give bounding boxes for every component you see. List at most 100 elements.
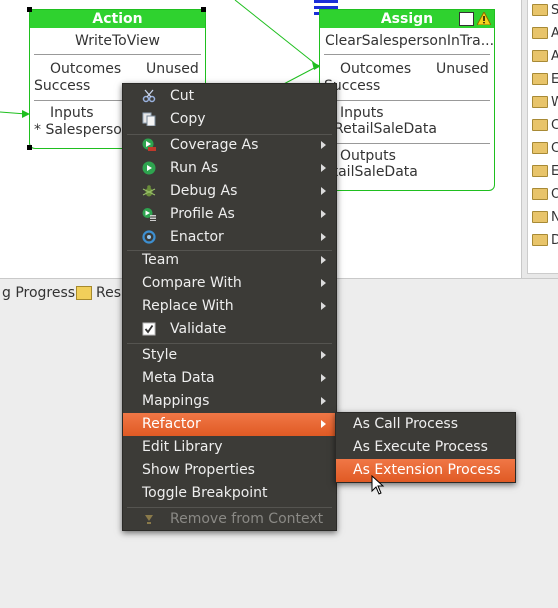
results-icon: [76, 286, 92, 300]
tree-item[interactable]: Co: [532, 115, 558, 135]
outcomes-label: Outcomes: [50, 61, 122, 77]
action-node-title: Action: [30, 10, 205, 28]
menu-item-label: As Execute Process: [353, 439, 488, 455]
action-node-name: WriteToView: [75, 33, 160, 49]
map-icon: [459, 12, 474, 26]
menu-item-label: Replace With: [142, 298, 234, 314]
submenu-item-as-call-process[interactable]: As Call Process: [336, 413, 515, 436]
menu-item-label: Remove from Context: [170, 511, 324, 527]
divider: [324, 54, 490, 55]
folder-icon: [532, 27, 548, 39]
selection-handle[interactable]: [201, 7, 206, 12]
submenu-arrow-icon: [321, 187, 326, 195]
menu-item-enactor[interactable]: Enactor: [123, 226, 336, 249]
menu-item-mappings[interactable]: Mappings: [123, 390, 336, 413]
folder-icon: [532, 234, 548, 246]
menu-item-coverage-as[interactable]: Coverage As: [123, 134, 336, 157]
menu-item-label: Cut: [170, 88, 195, 104]
outcome-success: Success: [34, 78, 91, 94]
remove-context-icon: [145, 515, 153, 524]
context-menu: Cut Copy Coverage As Run As Debug As Pro…: [122, 83, 337, 531]
submenu-item-as-execute-process[interactable]: As Execute Process: [336, 436, 515, 459]
tree-item[interactable]: Co: [532, 138, 558, 158]
menu-item-profile-as[interactable]: Profile As: [123, 203, 336, 226]
menu-item-style[interactable]: Style: [123, 344, 336, 367]
tree-item[interactable]: W: [532, 92, 558, 112]
menu-item-meta-data[interactable]: Meta Data: [123, 367, 336, 390]
menu-item-run-as[interactable]: Run As: [123, 157, 336, 180]
folder-icon: [532, 73, 548, 85]
menu-item-label: Mappings: [142, 393, 210, 409]
tree-item[interactable]: Ex: [532, 69, 558, 89]
submenu-arrow-icon: [321, 420, 326, 428]
divider: [34, 54, 201, 55]
folder-icon: [532, 4, 548, 16]
menu-item-refactor[interactable]: Refactor: [123, 413, 336, 436]
folder-icon: [532, 50, 548, 62]
folder-icon: [532, 96, 548, 108]
assign-node[interactable]: Assign ClearSalespersonInTra... Outcomes…: [319, 9, 495, 191]
menu-item-label: As Call Process: [353, 416, 459, 432]
tree-item-label: St: [551, 2, 558, 18]
outcomes-value: Unused: [436, 61, 489, 77]
folder-icon: [532, 165, 548, 177]
mouse-cursor-icon: [371, 475, 385, 495]
menu-item-remove-from-context: Remove from Context: [123, 508, 336, 531]
selection-handle[interactable]: [27, 7, 32, 12]
folder-icon: [532, 211, 548, 223]
menu-item-label: Coverage As: [170, 137, 259, 153]
output-item: etailSaleData: [324, 164, 418, 180]
menu-item-label: Enactor: [170, 229, 224, 245]
tab-progress-label: g Progress: [2, 285, 76, 301]
menu-item-copy[interactable]: Copy: [123, 108, 336, 131]
submenu-item-as-extension-process[interactable]: As Extension Process: [336, 459, 515, 482]
tree-item[interactable]: N: [532, 207, 558, 227]
profile-icon: [142, 208, 156, 221]
menu-item-compare-with[interactable]: Compare With: [123, 272, 336, 295]
menu-item-validate[interactable]: Validate: [123, 318, 336, 341]
menu-item-edit-library[interactable]: Edit Library: [123, 436, 336, 459]
menu-item-label: Copy: [170, 111, 206, 127]
menu-item-label: Edit Library: [142, 439, 223, 455]
tree-item[interactable]: St: [532, 0, 558, 20]
tree-item-label: Ev: [551, 163, 558, 179]
folder-icon: [532, 119, 548, 131]
tree-item[interactable]: Ev: [532, 161, 558, 181]
selection-handle[interactable]: [27, 145, 32, 150]
folder-icon: [532, 142, 548, 154]
menu-item-label: Refactor: [142, 416, 201, 432]
menu-item-replace-with[interactable]: Replace With: [123, 295, 336, 318]
menu-item-debug-as[interactable]: Debug As: [123, 180, 336, 203]
assign-node-title-text: Assign: [380, 11, 434, 27]
tree-item[interactable]: Da: [532, 230, 558, 250]
submenu-arrow-icon: [321, 164, 326, 172]
assign-node-name: ClearSalespersonInTra...: [325, 33, 495, 49]
checkbox-icon: [142, 322, 156, 336]
menu-item-show-properties[interactable]: Show Properties: [123, 459, 336, 482]
tree-item[interactable]: A: [532, 23, 558, 43]
tree-item-label: O: [551, 186, 558, 202]
menu-item-label: Profile As: [170, 206, 235, 222]
tab-progress[interactable]: g Progress: [2, 285, 75, 301]
menu-item-label: Toggle Breakpoint: [142, 485, 268, 501]
tree-item-label: A: [551, 48, 558, 64]
tree-item[interactable]: A: [532, 46, 558, 66]
run-icon: [142, 161, 156, 175]
submenu-arrow-icon: [321, 302, 326, 310]
menu-item-cut[interactable]: Cut: [123, 85, 336, 108]
menu-item-team[interactable]: Team: [123, 249, 336, 272]
divider: [324, 143, 490, 144]
tree-item[interactable]: O: [532, 184, 558, 204]
menu-item-toggle-breakpoint[interactable]: Toggle Breakpoint: [123, 482, 336, 505]
tree-item-label: Co: [551, 117, 558, 133]
submenu-arrow-icon: [321, 279, 326, 287]
menu-item-label: Compare With: [142, 275, 242, 291]
menu-item-label: Debug As: [170, 183, 238, 199]
menu-item-label: Style: [142, 347, 178, 363]
menu-item-label: Show Properties: [142, 462, 255, 478]
explorer-tree[interactable]: St A A Ex W Co Co Ev O N Da: [527, 0, 558, 274]
debug-icon: [142, 185, 156, 197]
coverage-icon: [142, 138, 156, 151]
inputs-label: Inputs: [340, 105, 384, 121]
submenu-arrow-icon: [321, 256, 326, 264]
